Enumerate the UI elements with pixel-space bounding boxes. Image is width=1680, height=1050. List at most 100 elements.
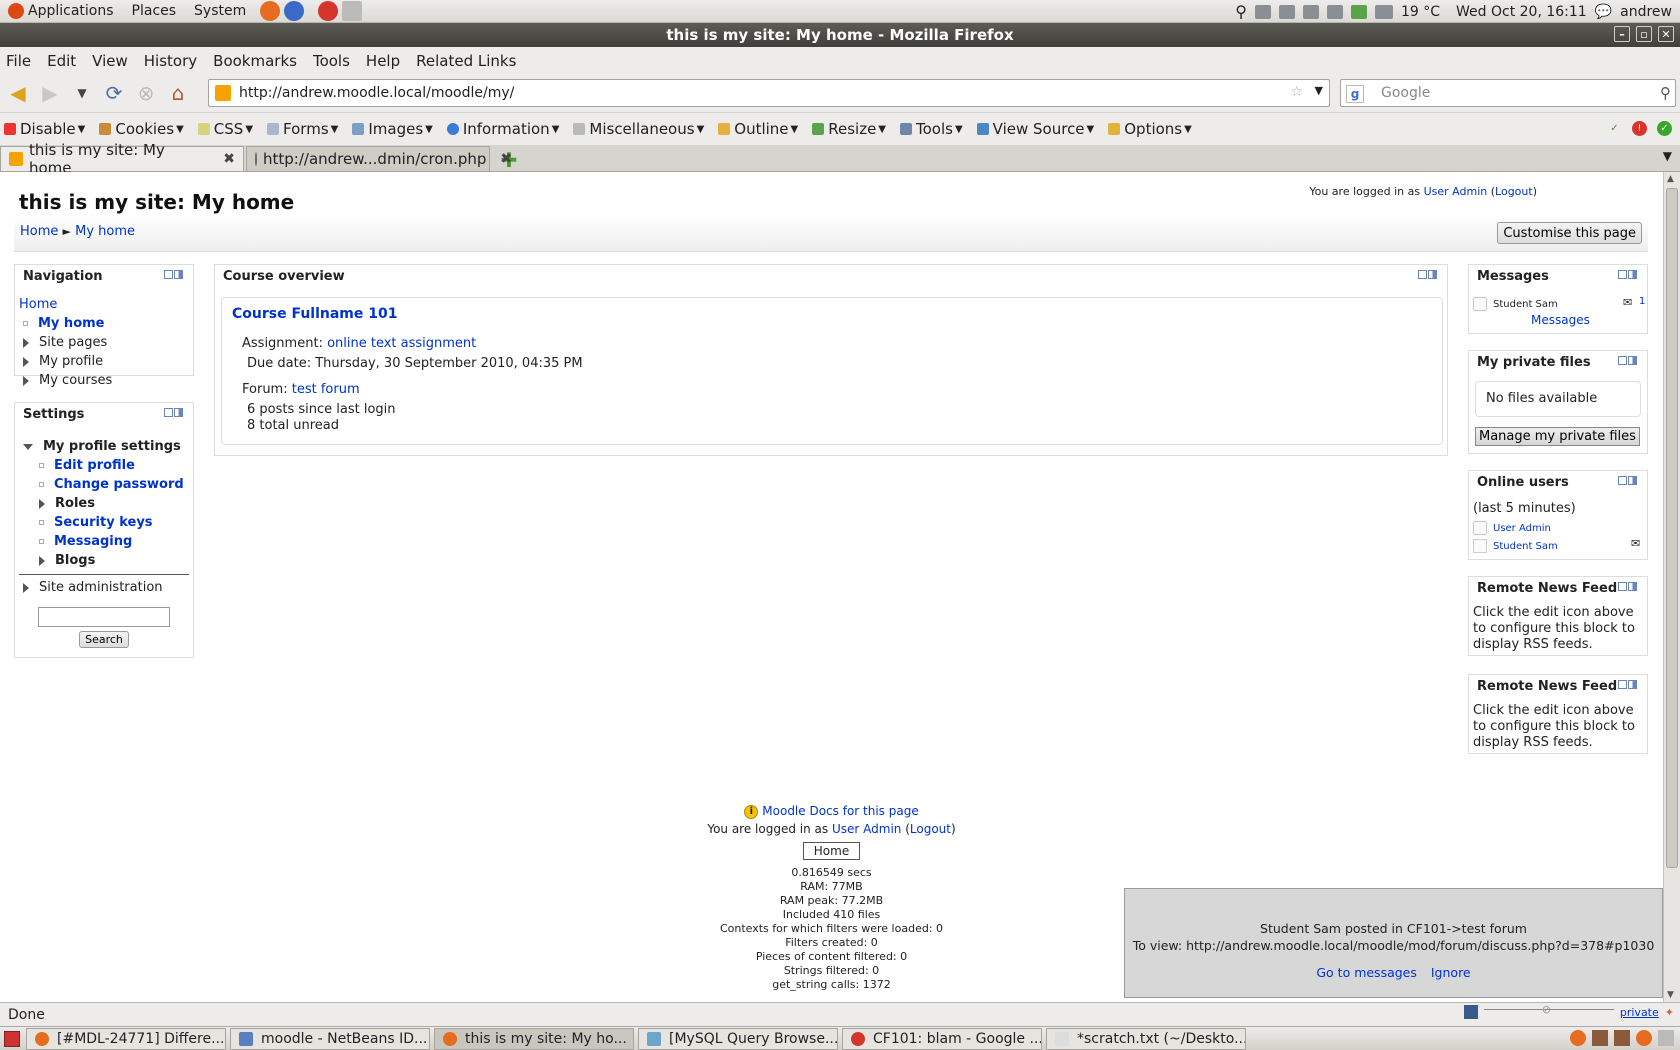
settings-search-input[interactable] [38,607,170,627]
devbar-tools[interactable]: Tools ▼ [900,120,963,138]
printer-launcher-icon[interactable] [342,1,363,21]
breadcrumb-home[interactable]: Home [20,224,58,239]
url-bar[interactable]: http://andrew.moodle.local/moodle/my/ ☆ … [208,79,1330,107]
taskbar-item[interactable]: CF101: blam - Google ... [842,1027,1042,1050]
nav-my-courses[interactable]: My courses [39,373,112,388]
show-desktop-icon[interactable] [4,1031,20,1047]
expand-arrow-icon[interactable] [23,356,29,367]
taskbar-item[interactable]: this is my site: My ho... [434,1027,634,1050]
settings-messaging[interactable]: Messaging [54,534,132,549]
devbar-miscellaneous[interactable]: Miscellaneous ▼ [573,120,704,138]
collapse-icon[interactable] [1618,582,1627,591]
moodle-docs-link[interactable]: Moodle Docs for this page [762,804,918,818]
menu-file[interactable]: File [6,52,31,70]
online-user-link[interactable]: Student Sam [1493,541,1558,552]
menu-tools[interactable]: Tools [313,52,350,70]
messages-link[interactable]: Messages [1531,313,1590,327]
online-user-link[interactable]: User Admin [1493,523,1551,534]
footer-login-user-link[interactable]: User Admin [832,822,901,836]
close-tab-icon[interactable]: ✖ [223,151,235,167]
home-icon[interactable]: ⌂ [164,79,192,107]
devbar-css[interactable]: CSS ▼ [197,120,253,138]
bluetooth-icon[interactable] [1278,4,1295,19]
magnifier-icon[interactable]: ⚲ [1660,84,1671,102]
places-menu[interactable]: Places [132,3,177,19]
footer-logout-link[interactable]: Logout [910,822,951,836]
history-dropdown-icon[interactable]: ▼ [68,79,96,107]
envelope-icon[interactable]: ✉ [1623,296,1632,309]
nav-my-home[interactable]: My home [38,316,105,331]
expand-arrow-icon[interactable] [39,555,45,566]
devbar-options[interactable]: Options ▼ [1108,120,1192,138]
tab-list-chevron-icon[interactable]: ▼ [1663,149,1672,163]
forum-link[interactable]: test forum [292,382,360,397]
error-status-icon[interactable]: ! [1632,121,1647,136]
collapse-icon[interactable] [164,270,173,279]
trash-icon[interactable] [1658,1030,1674,1046]
expand-arrow-icon[interactable] [39,498,45,509]
settings-blogs[interactable]: Blogs [55,553,95,568]
search-icon[interactable]: ⚲ [1235,2,1247,21]
ignore-link[interactable]: Ignore [1431,965,1471,980]
minimize-button[interactable]: – [1614,26,1630,42]
logout-link[interactable]: Logout [1495,185,1533,198]
collapse-arrow-icon[interactable] [23,443,33,450]
course-title-link[interactable]: Course Fullname 101 [232,306,398,322]
close-window-button[interactable]: ✕ [1658,26,1674,42]
settings-edit-profile[interactable]: Edit profile [54,458,135,473]
dock-icon[interactable] [1428,270,1437,279]
devbar-view-source[interactable]: View Source ▼ [976,120,1094,138]
devbar-resize[interactable]: Resize ▼ [812,120,886,138]
manage-private-files-button[interactable]: Manage my private files [1475,427,1640,446]
help-launcher-icon[interactable] [284,1,305,21]
user-menu[interactable]: andrew [1620,4,1672,20]
expand-arrow-icon[interactable] [23,582,29,593]
dock-icon[interactable] [1628,270,1637,279]
reload-icon[interactable]: ⟳ [100,79,128,107]
devbar-cookies[interactable]: Cookies ▼ [99,120,184,138]
tool-icon[interactable] [1302,4,1319,19]
settings-security-keys[interactable]: Security keys [54,515,153,530]
devbar-information[interactable]: Information ▼ [446,120,559,138]
login-user-link[interactable]: User Admin [1424,185,1488,198]
applications-menu[interactable]: Applications [8,3,114,19]
menu-help[interactable]: Help [366,52,400,70]
dock-icon[interactable] [1628,356,1637,365]
system-menu[interactable]: System [194,3,246,19]
search-input[interactable]: g Google ⚲ [1340,79,1676,107]
tools-icon[interactable]: ✦ [1665,1006,1674,1019]
scroll-down-arrow-icon[interactable]: ▼ [1667,990,1674,1000]
menu-edit[interactable]: Edit [47,52,76,70]
menu-view[interactable]: View [92,52,128,70]
settings-change-password[interactable]: Change password [54,477,184,492]
breadcrumb-my-home[interactable]: My home [75,224,135,239]
footer-home-button[interactable]: Home [802,841,861,860]
go-to-messages-link[interactable]: Go to messages [1316,965,1417,980]
site-administration[interactable]: Site administration [39,580,163,595]
stop-icon[interactable]: ⊗ [132,79,160,107]
expand-arrow-icon[interactable] [23,337,29,348]
tab-my-home[interactable]: this is my site: My home ✖ [0,141,244,177]
ok-status-icon[interactable]: ✓ [1657,121,1672,136]
collapse-icon[interactable] [1418,270,1427,279]
network-icon[interactable] [1254,4,1271,19]
firefox-launcher-icon[interactable] [260,1,281,21]
settings-roles[interactable]: Roles [55,496,95,511]
collapse-icon[interactable] [1618,270,1627,279]
weather-text[interactable]: 19 °C [1401,4,1440,20]
menu-bookmarks[interactable]: Bookmarks [213,52,297,70]
menu-history[interactable]: History [144,52,197,70]
dock-icon[interactable] [174,270,183,279]
message-count[interactable]: 1 [1639,296,1645,307]
addon-icon[interactable] [1463,1005,1478,1019]
collapse-icon[interactable] [164,408,173,417]
volume-icon[interactable] [1326,4,1343,19]
url-dropdown-icon[interactable]: ▼ [1315,84,1323,97]
dock-icon[interactable] [1628,476,1637,485]
chrome-launcher-icon[interactable] [318,1,339,21]
nav-home[interactable]: Home [19,297,57,312]
firefox-icon[interactable] [1636,1030,1652,1046]
devbar-disable[interactable]: Disable ▼ [4,120,85,138]
zoom-slider[interactable]: ⊘ [1483,1003,1614,1016]
taskbar-item[interactable]: *scratch.txt (~/Deskto... [1046,1027,1246,1050]
